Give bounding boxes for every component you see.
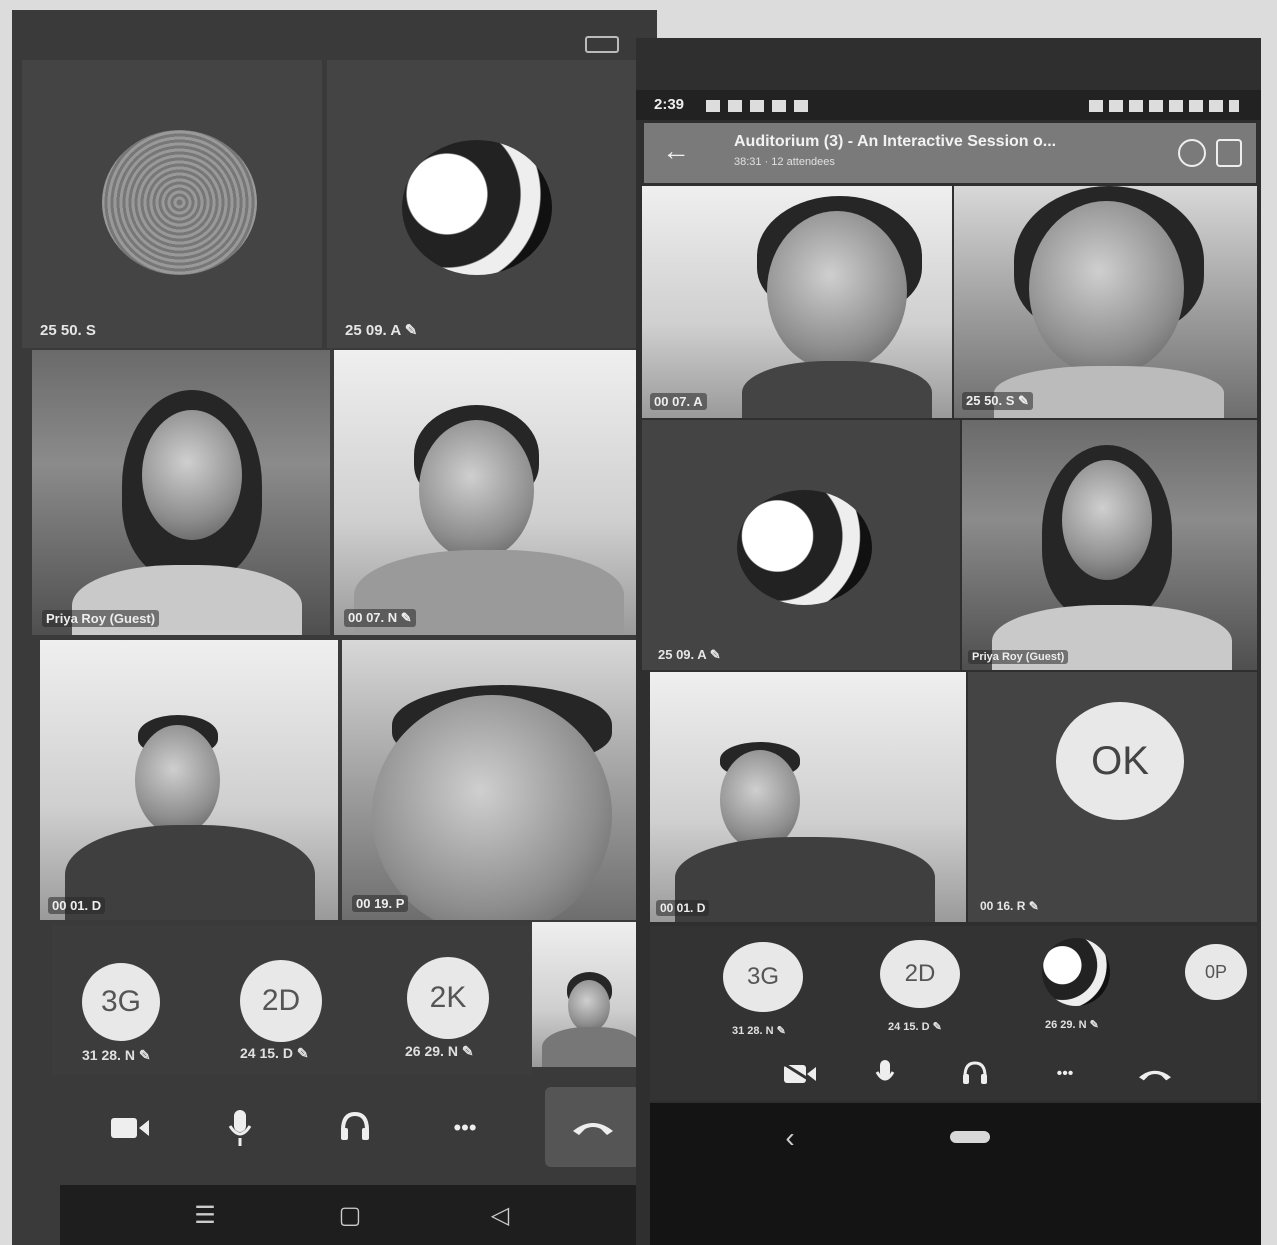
overflow-participants: 3G 31 28. N ✎ 2D 24 15. D ✎ 2K 26 29. N … (52, 925, 532, 1075)
participant-tile[interactable]: 25 09. A ✎ (327, 60, 637, 348)
participant-initials-avatar[interactable]: 3G (82, 963, 160, 1041)
self-video (532, 922, 652, 1067)
more-options-button[interactable]: ••• (435, 1100, 495, 1155)
participant-tile[interactable]: OK 00 16. R ✎ (968, 672, 1257, 922)
participant-avatar (102, 130, 257, 275)
participant-label: 26 29. N ✎ (405, 1043, 474, 1059)
participant-initials-avatar[interactable]: 3G (723, 942, 803, 1012)
participant-label: 24 15. D ✎ (888, 1021, 942, 1033)
battery-icon (585, 36, 619, 53)
participant-label: 24 15. D ✎ (240, 1045, 309, 1061)
back-arrow-icon[interactable]: ← (662, 135, 690, 167)
left-phone-screen: 25 50. S 25 09. A ✎ Priya Roy (Guest) 00… (12, 10, 657, 1245)
meeting-subtitle: 38:31 · 12 attendees (734, 156, 835, 168)
participant-name: 25 09. A ✎ (658, 647, 721, 662)
participant-name: 00 01. D (656, 900, 710, 916)
participant-initials-avatar: OK (1056, 702, 1184, 820)
participant-video (954, 186, 1257, 418)
participant-avatar (737, 490, 872, 605)
participant-video-tile[interactable]: 00 01. D (40, 640, 338, 920)
hang-up-icon[interactable] (545, 1087, 640, 1167)
system-navigation-bar: ☰ ▢ ◁ (60, 1185, 657, 1245)
participant-name: 00 19. P (352, 895, 409, 912)
participant-name: Priya Roy (Guest) (42, 610, 160, 627)
participant-tile[interactable]: 25 09. A ✎ (642, 420, 960, 670)
switch-camera-icon[interactable] (1178, 139, 1206, 167)
recent-apps-icon[interactable]: ☰ (180, 1193, 230, 1237)
participant-video (342, 640, 642, 920)
participant-video (962, 420, 1257, 670)
participant-video (642, 186, 952, 418)
participant-initials-avatar[interactable]: 2D (880, 940, 960, 1008)
participant-initials-avatar[interactable]: 2K (407, 957, 489, 1039)
participant-video (32, 350, 330, 635)
more-options-button[interactable]: ••• (1040, 1054, 1090, 1094)
participant-name: 00 01. D (48, 897, 106, 914)
participant-label: 31 28. N ✎ (732, 1025, 786, 1037)
status-bar: 2:39 (636, 90, 1261, 120)
participant-name: 25 50. S ✎ (962, 392, 1033, 410)
microphone-icon[interactable] (860, 1054, 910, 1094)
right-phone-screen: 2:39 ← Auditorium (3) - An Interactive S… (636, 38, 1261, 1245)
participant-name: 00 07. A (650, 393, 707, 410)
participant-name: 25 09. A ✎ (345, 322, 418, 339)
participant-video-tile[interactable]: 25 50. S ✎ (954, 186, 1257, 418)
video-camera-off-icon[interactable] (775, 1054, 825, 1094)
participant-video-tile[interactable]: 00 01. D (650, 672, 966, 922)
participant-video (650, 672, 966, 922)
participant-tile[interactable]: 25 50. S (22, 60, 322, 348)
participant-initials-avatar[interactable]: 2D (240, 960, 322, 1042)
participant-video (40, 640, 338, 920)
participant-name: Priya Roy (Guest) (968, 650, 1069, 664)
participant-initials-avatar[interactable]: 0P (1185, 944, 1247, 1000)
meeting-header: ← Auditorium (3) - An Interactive Sessio… (644, 123, 1256, 183)
headset-icon[interactable] (325, 1100, 385, 1155)
back-icon[interactable]: ‹ (775, 1118, 805, 1158)
participant-label: 31 28. N ✎ (82, 1047, 151, 1063)
back-icon[interactable]: ◁ (475, 1193, 525, 1237)
participant-label: 26 29. N ✎ (1045, 1019, 1099, 1031)
participant-name: 00 07. N ✎ (344, 609, 416, 627)
participant-video-tile[interactable]: Priya Roy (Guest) (962, 420, 1257, 670)
participant-video-tile[interactable]: 00 19. P (342, 640, 642, 920)
video-camera-icon[interactable] (100, 1100, 160, 1155)
status-time: 2:39 (654, 96, 685, 113)
self-view-tile[interactable] (532, 922, 652, 1067)
system-navigation-bar: ‹ (650, 1103, 1261, 1245)
participant-video-tile[interactable]: Priya Roy (Guest) (32, 350, 330, 635)
microphone-icon[interactable] (210, 1100, 270, 1155)
headset-icon[interactable] (950, 1054, 1000, 1094)
participant-video-tile[interactable]: 00 07. A (642, 186, 952, 418)
participant-video (334, 350, 639, 635)
participant-video-tile[interactable]: 00 07. N ✎ (334, 350, 639, 635)
call-controls: ••• (650, 1046, 1257, 1101)
call-controls: ••• (60, 1075, 655, 1180)
home-icon[interactable]: ▢ (325, 1193, 375, 1237)
participant-avatar (402, 140, 552, 275)
participants-icon[interactable] (1216, 139, 1242, 167)
meeting-title: Auditorium (3) - An Interactive Session … (734, 133, 1057, 150)
home-pill[interactable] (950, 1131, 990, 1143)
overflow-participants: 3G 31 28. N ✎ 2D 24 15. D ✎ 26 29. N ✎ 0… (650, 926, 1257, 1046)
notification-icons (706, 100, 816, 112)
participant-name: 00 16. R ✎ (980, 899, 1039, 913)
hang-up-icon[interactable] (1125, 1054, 1185, 1094)
system-status-icons (1089, 100, 1239, 112)
participant-photo-avatar[interactable] (1042, 938, 1110, 1006)
participant-name: 25 50. S (40, 322, 96, 339)
